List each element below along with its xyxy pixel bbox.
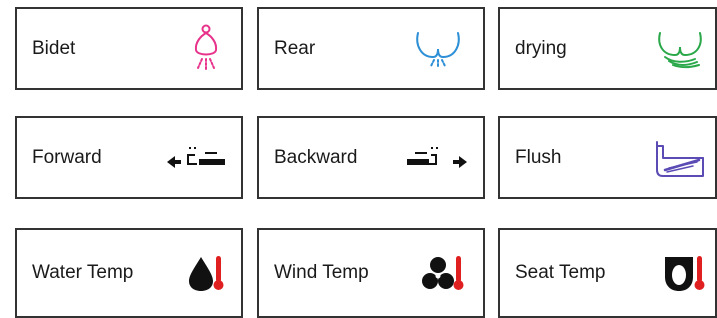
- rear-wash-icon: [416, 31, 460, 68]
- drying-air-icon: [658, 31, 702, 68]
- nozzle-forward-icon: [167, 146, 225, 168]
- bidet-button[interactable]: Bidet: [15, 7, 243, 90]
- bidet-spray-icon: [194, 24, 218, 71]
- nozzle-backward-icon: [407, 146, 467, 168]
- drying-label: drying: [515, 37, 567, 59]
- forward-label: Forward: [32, 146, 102, 168]
- flush-button[interactable]: Flush: [498, 116, 717, 199]
- rear-label: Rear: [274, 37, 316, 59]
- rear-button[interactable]: Rear: [257, 7, 485, 90]
- seat-temp-label: Seat Temp: [515, 262, 606, 283]
- wind-temp-button[interactable]: Wind Temp: [257, 228, 485, 318]
- flush-label: Flush: [515, 146, 562, 168]
- wind-temp-icon: [422, 256, 464, 290]
- wind-temp-label: Wind Temp: [274, 262, 369, 283]
- water-temp-icon: [189, 256, 224, 291]
- flush-tank-icon: [656, 140, 704, 177]
- water-temp-button[interactable]: Water Temp: [15, 228, 243, 318]
- seat-temp-icon: [665, 256, 705, 291]
- control-button-grid: Bidet Rear drying Forward Backward Flush…: [0, 0, 717, 318]
- forward-button[interactable]: Forward: [15, 116, 243, 199]
- drying-button[interactable]: drying: [498, 7, 717, 90]
- water-temp-label: Water Temp: [32, 262, 134, 283]
- backward-label: Backward: [274, 146, 358, 168]
- bidet-label: Bidet: [32, 37, 76, 59]
- seat-temp-button[interactable]: Seat Temp: [498, 228, 717, 318]
- backward-button[interactable]: Backward: [257, 116, 485, 199]
